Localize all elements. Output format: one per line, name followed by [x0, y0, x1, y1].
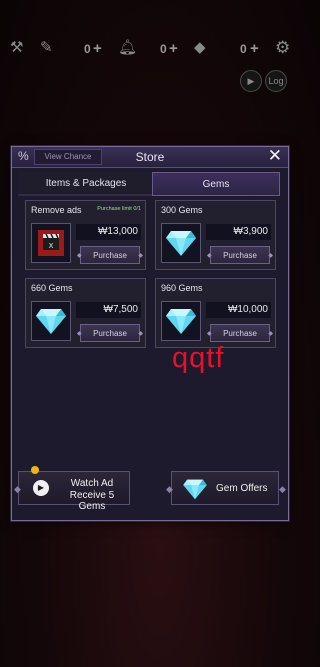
product-thumb	[161, 301, 201, 341]
play-icon: ▶	[33, 480, 49, 496]
purchase-button[interactable]: Purchase	[77, 246, 143, 265]
tab-items-packages[interactable]: Items & Packages	[18, 172, 154, 196]
ornament-icon: ◆	[166, 484, 173, 494]
play-icon[interactable]: ▶	[240, 70, 262, 92]
product-name: 300 Gems	[161, 205, 203, 215]
product-thumb	[161, 223, 201, 263]
add-icon[interactable]: +	[93, 40, 102, 57]
wrench-icon[interactable]: ⚒	[10, 39, 23, 57]
gem-offers-button[interactable]: Gem Offers	[171, 471, 279, 505]
gem-offers-label: Gem Offers	[216, 483, 268, 494]
hud-count-3: 0	[240, 42, 247, 56]
tab-gems[interactable]: Gems	[152, 172, 280, 196]
product-price: ₩7,500	[76, 302, 141, 318]
svg-text:X: X	[49, 242, 54, 250]
add-icon[interactable]: +	[169, 40, 178, 57]
purchase-button[interactable]: Purchase	[207, 324, 273, 343]
product-card-960-gems: 960 Gems ₩10,000 Purchase	[155, 278, 276, 348]
product-price: ₩3,900	[206, 224, 271, 240]
log-button[interactable]: Log	[265, 70, 287, 92]
overlay-text: qqtf	[172, 342, 225, 374]
product-thumb: X	[31, 223, 71, 263]
product-price: ₩13,000	[76, 224, 141, 240]
gem-icon: ◆	[194, 39, 206, 56]
diamond-icon	[36, 309, 66, 334]
diamond-icon	[166, 231, 196, 256]
diamond-icon	[166, 309, 196, 334]
product-name: Remove ads	[31, 205, 82, 215]
bell-icon[interactable]: 🔔︎	[118, 39, 137, 57]
store-titlebar: % View Chance Store ✕	[12, 146, 288, 168]
add-icon[interactable]: +	[250, 40, 259, 57]
top-hud: ⚒ ✎ 0 + 🔔︎ 0 + ◆ 0 + ⚙	[0, 34, 300, 62]
close-icon[interactable]: ✕	[268, 146, 282, 166]
clapperboard-icon: X	[38, 230, 64, 256]
watch-ad-label: Watch Ad	[70, 478, 114, 489]
purchase-button[interactable]: Purchase	[207, 246, 273, 265]
store-title: Store	[135, 150, 165, 164]
product-card-remove-ads: Remove ads Purchase limit 0/1 X ₩13,000 …	[25, 200, 146, 270]
ticket-icon[interactable]: ✎	[40, 39, 53, 57]
product-name: 960 Gems	[161, 283, 203, 293]
product-price: ₩10,000	[206, 302, 271, 318]
product-name: 660 Gems	[31, 283, 73, 293]
ornament-icon: ◆	[14, 484, 21, 494]
store-window: % View Chance Store ✕ Items & Packages G…	[11, 146, 289, 521]
watch-ad-reward: Receive 5 Gems	[69, 490, 115, 512]
watch-ad-button[interactable]: ▶ Watch Ad Receive 5 Gems	[18, 466, 130, 512]
product-card-660-gems: 660 Gems ₩7,500 Purchase	[25, 278, 146, 348]
purchase-limit-badge: Purchase limit 0/1	[97, 206, 141, 212]
notification-dot	[31, 466, 39, 474]
product-card-300-gems: 300 Gems ₩3,900 Purchase	[155, 200, 276, 270]
purchase-button[interactable]: Purchase	[77, 324, 143, 343]
product-thumb	[31, 301, 71, 341]
gear-icon[interactable]: ⚙	[275, 39, 290, 57]
ornament-icon: ◆	[279, 484, 286, 494]
hud-count-1: 0	[84, 42, 91, 56]
diamond-icon	[183, 479, 207, 500]
hud-count-2: 0	[160, 42, 167, 56]
